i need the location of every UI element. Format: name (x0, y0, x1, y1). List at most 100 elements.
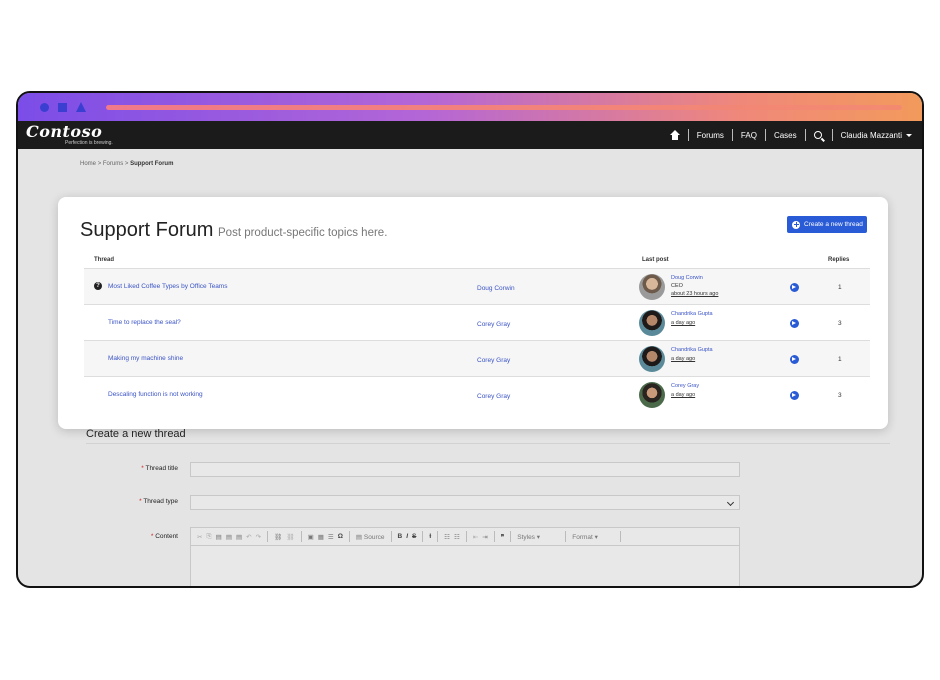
bullet-list-icon[interactable]: ☷ (454, 533, 460, 541)
indent-icon[interactable]: ⇥ (482, 533, 487, 541)
last-post-time[interactable]: about 23 hours ago (671, 291, 718, 297)
content-label-text: Content (155, 533, 178, 540)
table-row[interactable]: Descaling function is not working Corey … (84, 376, 870, 414)
paste-text-icon[interactable]: ▤ (226, 533, 232, 541)
thread-link[interactable]: Time to replace the seal? (108, 319, 181, 326)
page-title: Support Forum (80, 219, 214, 241)
nav-divider (731, 129, 733, 141)
user-name: Claudia Mazzanti (840, 130, 902, 140)
cut-icon[interactable]: ✂ (197, 533, 202, 541)
nav-divider (687, 129, 689, 141)
form-title: Create a new thread (86, 428, 186, 440)
col-thread: Thread (94, 257, 115, 263)
blockquote-icon[interactable]: ❞ (501, 533, 505, 541)
table-row[interactable]: Time to replace the seal? Corey Gray Cha… (84, 304, 870, 340)
toolbar-divider (565, 531, 567, 542)
last-post-time[interactable]: a day ago (671, 356, 695, 362)
thread-title-label-text: Thread title (145, 465, 178, 472)
italic-button[interactable]: I (406, 533, 408, 540)
breadcrumb: Home > Forums > Support Forum (80, 161, 173, 167)
thread-title-label: * Thread title (78, 465, 178, 472)
table-icon[interactable]: ▦ (318, 533, 324, 541)
last-post-time[interactable]: a day ago (671, 392, 695, 398)
redo-icon[interactable]: ↷ (256, 533, 261, 541)
avatar[interactable] (639, 382, 665, 408)
horizontal-line-icon[interactable]: ☰ (328, 533, 334, 541)
last-post-author[interactable]: Chandrika Gupta (671, 347, 713, 353)
last-post-author[interactable]: Chandrika Gupta (671, 311, 713, 317)
user-menu[interactable]: Claudia Mazzanti (841, 131, 912, 140)
source-button[interactable]: ▤ Source (356, 533, 385, 541)
paste-icon[interactable]: ▤ (216, 533, 222, 541)
avatar[interactable] (639, 274, 665, 300)
table-header: Thread Last post Replies (84, 253, 870, 267)
thread-type-label: * Thread type (78, 498, 178, 505)
content-label: * Content (78, 533, 178, 540)
source-label: Source (363, 533, 385, 541)
toolbar-divider (493, 531, 495, 542)
bold-button[interactable]: B (398, 533, 403, 540)
home-icon[interactable] (669, 130, 680, 140)
last-post-author[interactable]: Corey Gray (671, 383, 699, 389)
thread-type-select[interactable] (190, 495, 740, 510)
nav-cases[interactable]: Cases (774, 131, 797, 140)
outdent-icon[interactable]: ⇤ (473, 533, 478, 541)
arrow-right-circle-icon[interactable] (790, 355, 799, 364)
arrow-right-circle-icon[interactable] (790, 391, 799, 400)
arrow-right-circle-icon[interactable] (790, 283, 799, 292)
table-row[interactable]: Making my machine shine Corey Gray Chand… (84, 340, 870, 376)
styles-dropdown[interactable]: Styles ▾ (517, 533, 559, 541)
toolbar-divider (465, 531, 467, 542)
arrow-right-circle-icon[interactable] (790, 319, 799, 328)
page-subtitle: Post product-specific topics here. (218, 227, 388, 239)
caret-down-icon (906, 133, 912, 137)
last-post-author[interactable]: Doug Corwin (671, 275, 703, 281)
nav-faq[interactable]: FAQ (741, 131, 757, 140)
create-thread-button[interactable]: Create a new thread (787, 216, 867, 233)
paste-word-icon[interactable]: ▤ (236, 533, 242, 541)
plus-circle-icon (792, 220, 800, 229)
address-bar[interactable] (106, 105, 902, 110)
required-mark: * (150, 533, 154, 540)
thread-author[interactable]: Corey Gray (477, 321, 510, 328)
avatar[interactable] (639, 310, 665, 336)
top-nav: Contoso Perfection is brewing. Forums FA… (18, 121, 922, 149)
nav-forums[interactable]: Forums (697, 131, 724, 140)
thread-link[interactable]: Making my machine shine (108, 355, 183, 362)
toolbar-divider (620, 531, 622, 542)
caret-down-icon: ▾ (536, 533, 541, 541)
thread-title-input[interactable] (190, 462, 740, 477)
thread-author[interactable]: Corey Gray (477, 393, 510, 400)
numbered-list-icon[interactable]: ☷ (444, 533, 450, 541)
link-icon[interactable]: ⛓ (274, 533, 282, 541)
thread-author[interactable]: Corey Gray (477, 357, 510, 364)
breadcrumb-current: Support Forum (130, 161, 174, 167)
nav-divider (804, 129, 806, 141)
format-dropdown[interactable]: Format ▾ (572, 533, 614, 541)
last-post-time[interactable]: a day ago (671, 320, 695, 326)
thread-author[interactable]: Doug Corwin (477, 285, 515, 292)
undo-icon[interactable]: ↶ (246, 533, 251, 541)
copy-icon[interactable]: ⎘ (206, 533, 211, 541)
breadcrumb-home[interactable]: Home (80, 161, 96, 167)
breadcrumb-forums[interactable]: Forums (103, 161, 123, 167)
toolbar-divider (422, 531, 424, 542)
site-logo[interactable]: Contoso (26, 122, 102, 141)
thread-link[interactable]: Descaling function is not working (108, 391, 203, 398)
thread-link[interactable]: Most Liked Coffee Types by Office Teams (108, 283, 227, 290)
image-icon[interactable]: ▣ (308, 533, 314, 541)
remove-format-icon[interactable]: Ɨ (429, 533, 431, 540)
strikethrough-button[interactable]: S (412, 533, 416, 540)
toolbar-divider (390, 531, 392, 542)
col-replies: Replies (828, 257, 850, 263)
special-char-icon[interactable]: Ω (338, 533, 343, 540)
unlink-icon[interactable]: ⛓ (286, 533, 294, 541)
search-icon[interactable] (813, 131, 822, 139)
styles-label: Styles (517, 533, 535, 541)
site-tagline: Perfection is brewing. (65, 140, 113, 146)
toolbar-divider (267, 531, 269, 542)
nav-divider (764, 129, 766, 141)
avatar[interactable] (639, 346, 665, 372)
table-row[interactable]: ? Most Liked Coffee Types by Office Team… (84, 268, 870, 304)
content-editor[interactable]: ✂ ⎘ ▤ ▤ ▤ ↶ ↷ ⛓ ⛓ ▣ ▦ ☰ Ω ▤ Source B I S… (190, 527, 740, 586)
